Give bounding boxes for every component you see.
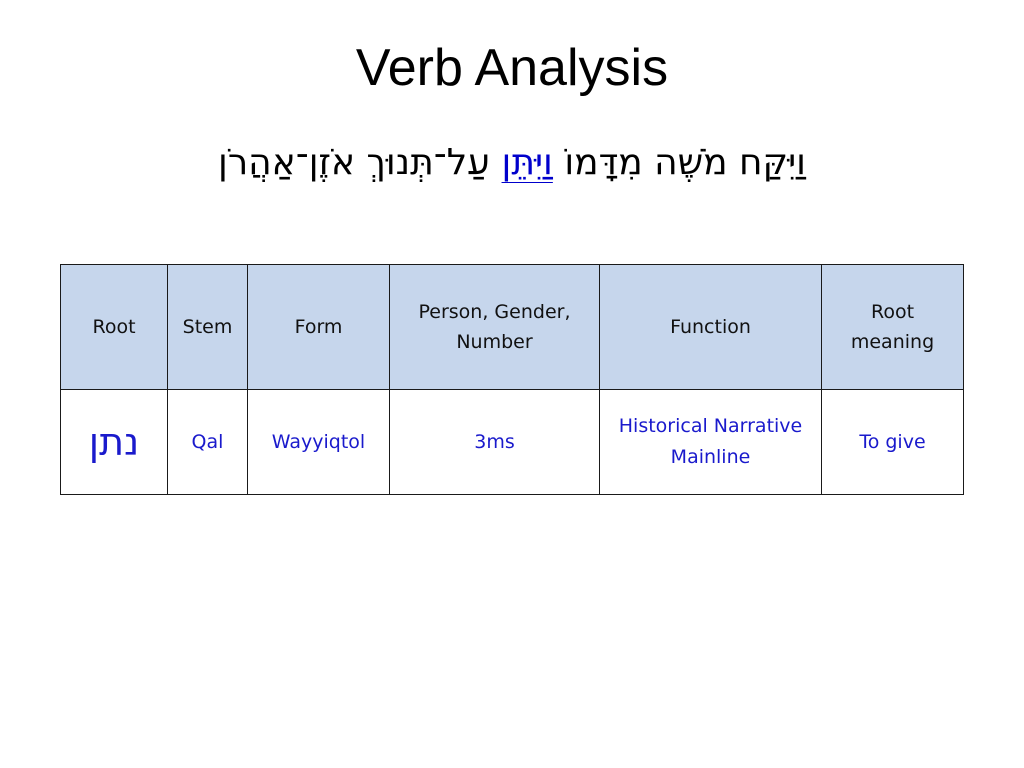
header-function: Function	[599, 264, 822, 390]
verse-text-after: עַל־תְּנוּךְ אֹזֶן־אַהֲרֹן	[218, 142, 491, 183]
cell-root: נתן	[60, 389, 168, 495]
cell-root-meaning: To give	[821, 389, 964, 495]
verse-highlighted-verb: וַיִּתֵּן	[501, 142, 553, 183]
verb-analysis-table: Root Stem Form Person, Gender, Number Fu…	[60, 264, 964, 495]
header-root-meaning: Root meaning	[821, 264, 964, 390]
slide-title: Verb Analysis	[355, 39, 669, 97]
header-stem: Stem	[167, 264, 248, 390]
verse-text-before: וַיִּקַּח מֹשֶׁה מִדָּמוֹ	[564, 142, 806, 183]
header-form: Form	[247, 264, 390, 390]
header-person-gender-number: Person, Gender, Number	[389, 264, 600, 390]
table-header-row: Root Stem Form Person, Gender, Number Fu…	[60, 264, 964, 390]
cell-stem: Qal	[167, 389, 248, 495]
header-root: Root	[60, 264, 168, 390]
hebrew-verse: וַיִּקַּח מֹשֶׁה מִדָּמוֹ וַיִּתֵּן עַל־…	[0, 135, 1024, 191]
cell-form: Wayyiqtol	[247, 389, 390, 495]
cell-person-gender-number: 3ms	[389, 389, 600, 495]
table-row: נתן Qal Wayyiqtol 3ms Historical Narrati…	[60, 389, 964, 495]
cell-function: Historical Narrative Mainline	[599, 389, 822, 495]
